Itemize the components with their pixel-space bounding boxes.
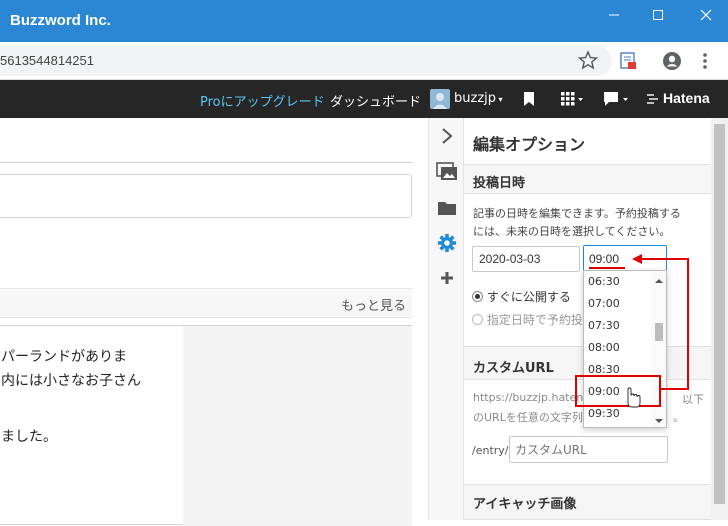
maximize-button[interactable] (636, 0, 680, 30)
hatena-logo[interactable]: Hatena (646, 90, 710, 110)
custom-url-prefix: /entry/ (472, 444, 509, 457)
time-option[interactable]: 09:30 (588, 407, 620, 420)
radio-unchecked-icon (472, 314, 483, 325)
extension-icon[interactable] (618, 51, 638, 75)
scroll-down-icon (655, 419, 663, 423)
plus-icon (441, 272, 453, 284)
hatena-header: Proにアップグレード ダッシュボード buzzjp ▾ Hatena (0, 80, 728, 118)
custom-url-description: 以下 (682, 393, 704, 406)
bookmark-star-icon[interactable] (577, 50, 599, 74)
time-option[interactable]: 08:30 (588, 363, 620, 376)
side-toolbar (428, 118, 464, 520)
eyecatch-heading: アイキャッチ画像 (464, 484, 711, 520)
custom-url-description: https://buzzjp.hatena (473, 391, 590, 404)
maximize-icon (653, 10, 663, 20)
time-option[interactable]: 08:00 (588, 341, 620, 354)
dashboard-link[interactable]: ダッシュボード (330, 91, 421, 110)
image-icon (436, 162, 457, 180)
more-link[interactable]: もっと見る (341, 295, 406, 314)
body-text-line: ました。 (1, 429, 57, 445)
gear-icon (438, 234, 456, 252)
profile-icon[interactable] (662, 51, 682, 75)
image-insert-button[interactable] (435, 160, 459, 184)
minimize-button[interactable] (592, 0, 636, 30)
pro-upgrade-link[interactable]: Proにアップグレード (200, 91, 325, 110)
hatena-logo-icon (647, 94, 658, 104)
dropdown-scrollbar[interactable] (651, 271, 666, 427)
custom-url-description: のURLを任意の文字列 (473, 411, 583, 424)
browser-toolbar: 5613544814251 (0, 42, 728, 80)
close-icon (700, 9, 712, 21)
time-option[interactable]: 09:00 (588, 385, 620, 398)
bookmark-icon[interactable] (522, 91, 536, 111)
editor-area: もっと見る パーランドがありま 内には小さなお子さん ました。 (0, 118, 428, 526)
more-bar: もっと見る (0, 288, 412, 318)
browser-menu-icon[interactable] (698, 51, 712, 75)
post-date-description: 記事の日時を編集できます。予約投稿する (473, 207, 681, 220)
custom-url-description: 。 (673, 411, 684, 424)
body-text-line: パーランドがありま (1, 349, 127, 365)
radio-scheduled[interactable]: 指定日時で予約投 (472, 311, 583, 328)
time-option[interactable]: 06:30 (588, 275, 620, 288)
scroll-up-icon (655, 279, 663, 283)
close-window-button[interactable] (684, 0, 728, 30)
window-title: Buzzword Inc. (10, 12, 111, 29)
chevron-right-icon (442, 128, 453, 144)
radio-scheduled-label: 指定日時で予約投 (486, 313, 583, 327)
custom-url-input[interactable] (509, 436, 668, 463)
scrollbar-thumb[interactable] (714, 124, 725, 504)
time-option[interactable]: 07:00 (588, 297, 620, 310)
text-cursor-underline (589, 267, 625, 269)
avatar[interactable] (430, 89, 450, 109)
address-bar[interactable]: 5613544814251 (0, 46, 612, 76)
date-input[interactable]: 2020-03-03 (472, 246, 580, 272)
radio-checked-icon (472, 291, 483, 302)
collapse-panel-button[interactable] (435, 124, 459, 148)
username-label: buzzjp (454, 91, 497, 106)
add-button[interactable] (435, 266, 459, 290)
folder-button[interactable] (435, 196, 459, 220)
date-value: 2020-03-03 (479, 252, 541, 266)
radio-publish-now-label: すぐに公開する (486, 290, 571, 304)
post-date-description: には、未来の日時を選択してください。 (473, 225, 671, 238)
window-titlebar: Buzzword Inc. (0, 0, 728, 42)
body-editor[interactable]: パーランドがありま 内には小さなお子さん ました。 (0, 325, 412, 526)
title-input[interactable] (0, 174, 412, 218)
divider (0, 162, 412, 163)
post-date-heading: 投稿日時 (464, 164, 711, 194)
body-text-line: 内には小さなお子さん (1, 373, 141, 389)
minimize-icon (609, 14, 619, 16)
settings-button[interactable] (435, 231, 459, 255)
radio-publish-now[interactable]: すぐに公開する (472, 288, 571, 305)
address-url: 5613544814251 (0, 53, 94, 68)
time-dropdown[interactable]: 06:30 07:00 07:30 08:00 08:30 09:00 09:3… (583, 270, 667, 428)
notification-icon[interactable] (603, 91, 629, 111)
apps-grid-icon[interactable] (560, 91, 584, 111)
panel-title: 編集オプション (473, 135, 586, 154)
time-input[interactable]: 09:00 (583, 245, 667, 273)
folder-icon (438, 202, 456, 215)
username-menu[interactable]: buzzjp ▾ (454, 91, 503, 106)
time-value: 09:00 (589, 252, 620, 266)
hatena-logo-text: Hatena (663, 90, 710, 106)
dropdown-scroll-thumb[interactable] (655, 323, 663, 341)
editor-side-area (183, 326, 412, 526)
time-option[interactable]: 07:30 (588, 319, 620, 332)
caret-down-icon: ▾ (496, 95, 503, 104)
panel-scrollbar[interactable] (711, 118, 728, 520)
